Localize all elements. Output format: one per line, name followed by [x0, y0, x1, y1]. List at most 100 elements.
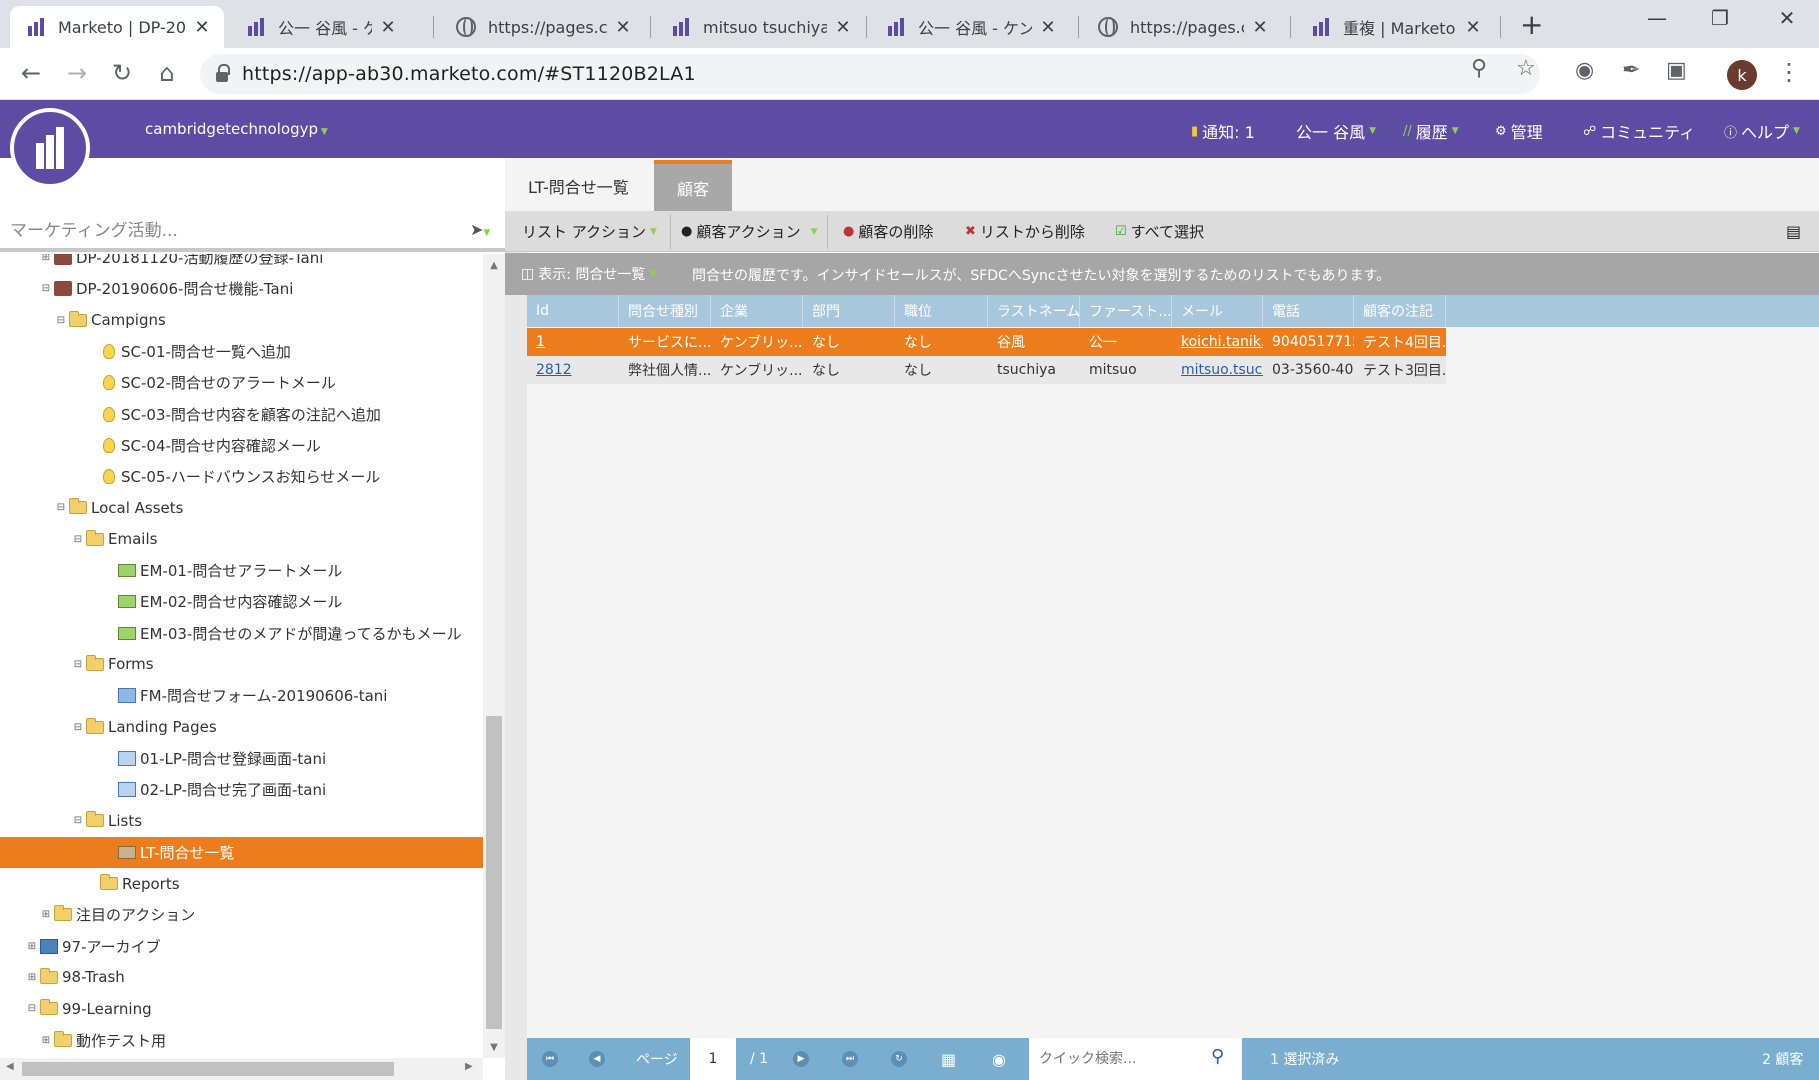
marketo-logo[interactable]: [10, 108, 90, 188]
column-header[interactable]: ラストネーム: [988, 295, 1080, 327]
browser-tab[interactable]: https://pages.ct ✕: [1082, 6, 1282, 48]
browser-tab[interactable]: https://pages.ct ✕: [440, 6, 645, 48]
scrollbar-thumb[interactable]: [486, 716, 502, 1029]
browser-tab[interactable]: mitsuo tsuchiya ✕: [655, 6, 865, 48]
expand-icon[interactable]: ⊞: [26, 941, 38, 952]
community-link[interactable]: ☍ コミュニティ: [1583, 119, 1695, 143]
close-icon[interactable]: ✕: [613, 17, 633, 38]
tree-node[interactable]: SC-05-ハードバウンスお知らせメール: [0, 461, 483, 492]
remove-from-list-button[interactable]: ✖ リストから削除: [965, 211, 1085, 252]
tree-node[interactable]: ⊞ DP-20181120-活動履歴の登録-Tani: [0, 254, 483, 273]
tree-node[interactable]: ⊞ 動作テスト用: [0, 1025, 483, 1056]
close-icon[interactable]: ✕: [1038, 17, 1058, 38]
browser-tab[interactable]: 重複 | Marketo ✕: [1295, 6, 1495, 48]
tree-node[interactable]: SC-04-問合せ内容確認メール: [0, 430, 483, 461]
close-icon[interactable]: ✕: [833, 17, 853, 38]
tree-node[interactable]: EM-03-問合せのメアドが間違ってるかもメール: [0, 618, 483, 649]
tree-node[interactable]: ⊞ 注目のアクション: [0, 899, 483, 930]
page-number-input[interactable]: 1: [690, 1038, 736, 1080]
tree-horizontal-scrollbar[interactable]: ◀ ▶: [0, 1058, 483, 1080]
collapse-icon[interactable]: ⊟: [72, 659, 84, 670]
table-row[interactable]: 2812 弊社個人情... ケンブリッ... なし なし tsuchiya mitsuo mi…: [527, 356, 1446, 384]
expand-icon[interactable]: ⊞: [40, 254, 52, 263]
column-header[interactable]: 職位: [895, 295, 988, 327]
expand-icon[interactable]: ⊞: [40, 1035, 52, 1046]
lead-id-link[interactable]: 1: [527, 328, 619, 356]
collapse-icon[interactable]: ⊟: [26, 1003, 38, 1014]
browser-menu-icon[interactable]: ⋮: [1777, 58, 1801, 86]
tree-node[interactable]: ⊟ 99-Learning: [0, 993, 483, 1024]
scroll-left-icon[interactable]: ◀: [6, 1061, 14, 1072]
column-header[interactable]: 顧客の注記: [1354, 295, 1446, 327]
view-selector[interactable]: ◫ 表示: 問合せ一覧 ▼: [521, 264, 656, 284]
table-row[interactable]: 1 サービスに... ケンブリッ... なし なし 谷風 公一 koichi.tanik...…: [527, 328, 1446, 356]
tree-node[interactable]: SC-03-問合せ内容を顧客の注記へ追加: [0, 399, 483, 430]
tree-node[interactable]: ⊟ DP-20190606-問合せ機能-Tani: [0, 273, 483, 304]
next-page-button[interactable]: ▶: [793, 1038, 809, 1080]
first-page-button[interactable]: ⏮: [542, 1038, 558, 1080]
tree-node[interactable]: ⊟ Landing Pages: [0, 712, 483, 743]
close-icon[interactable]: ✕: [1250, 17, 1270, 38]
tree-node[interactable]: ⊟ Local Assets: [0, 492, 483, 523]
delete-lead-button[interactable]: ● 顧客の削除: [843, 211, 933, 252]
collapse-icon[interactable]: ⊟: [55, 315, 67, 326]
collapse-icon[interactable]: ⊟: [72, 534, 84, 545]
tab-leads[interactable]: 顧客: [654, 160, 733, 211]
column-header[interactable]: 企業: [711, 295, 803, 327]
maximize-panel-icon[interactable]: ▤: [1786, 211, 1801, 252]
tree-node[interactable]: ⊟ Forms: [0, 649, 483, 680]
url-field[interactable]: https://app-ab30.marketo.com/#ST1120B2LA…: [200, 54, 1540, 94]
column-header[interactable]: 問合せ種別: [619, 295, 711, 327]
history-menu[interactable]: // 履歴 ▼: [1403, 119, 1459, 143]
scroll-up-icon[interactable]: ▲: [483, 260, 505, 271]
expand-icon[interactable]: ⊞: [40, 909, 52, 920]
tree-node[interactable]: SC-02-問合せのアラートメール: [0, 367, 483, 398]
close-icon[interactable]: ✕: [378, 17, 398, 38]
column-header[interactable]: 電話: [1263, 295, 1354, 327]
browser-tab[interactable]: 公一 谷風 - ケン ✕: [230, 6, 410, 48]
refresh-button[interactable]: ↻: [891, 1038, 907, 1080]
email-link[interactable]: mitsuo.tsuc...: [1172, 356, 1263, 384]
browser-tab[interactable]: Marketo | DP-20 ✕: [10, 6, 224, 48]
collapse-icon[interactable]: ⊟: [72, 815, 84, 826]
window-close-icon[interactable]: ✕: [1762, 6, 1812, 30]
collapse-icon[interactable]: ⊟: [72, 722, 84, 733]
column-header[interactable]: メール: [1172, 295, 1263, 327]
browser-tab[interactable]: 公一 谷風 - ケン ✕: [870, 6, 1070, 48]
column-header[interactable]: Id: [527, 295, 619, 327]
subscription-menu[interactable]: cambridgetechnologyp ▼: [145, 120, 328, 138]
screen-extension-icon[interactable]: ▣: [1666, 58, 1687, 83]
email-link[interactable]: koichi.tanik...: [1172, 328, 1263, 356]
lead-id-link[interactable]: 2812: [527, 356, 619, 384]
tree-node[interactable]: SC-01-問合せ一覧へ追加: [0, 336, 483, 367]
column-settings-icon[interactable]: ▦: [941, 1038, 956, 1080]
column-header[interactable]: ファースト...: [1080, 295, 1172, 327]
notifications-button[interactable]: ▮ 通知: 1: [1191, 119, 1255, 143]
collapse-icon[interactable]: ⊟: [55, 502, 67, 513]
profile-avatar[interactable]: k: [1727, 60, 1757, 90]
tab-list[interactable]: LT-問合せ一覧: [505, 160, 652, 211]
panel-splitter[interactable]: [505, 158, 527, 1080]
tree-node[interactable]: ⊞ 98-Trash: [0, 962, 483, 993]
collapse-icon[interactable]: ⊟: [40, 283, 52, 294]
reload-icon[interactable]: ↻: [107, 58, 137, 88]
select-all-button[interactable]: ☑ すべて選択: [1115, 211, 1204, 252]
last-page-button[interactable]: ⏭: [842, 1038, 858, 1080]
scrollbar-thumb[interactable]: [22, 1062, 394, 1076]
eyedropper-extension-icon[interactable]: ✒: [1622, 58, 1640, 83]
tree-node[interactable]: LT-問合せ一覧: [0, 836, 483, 868]
tree-search-input[interactable]: [10, 216, 460, 246]
tree-vertical-scrollbar[interactable]: ▲ ▼: [483, 254, 505, 1058]
home-icon[interactable]: ⌂: [152, 58, 182, 88]
zoom-icon[interactable]: ⚲: [1471, 56, 1487, 81]
filter-icon[interactable]: ➤▼: [470, 220, 490, 239]
quick-search-input[interactable]: [1039, 1048, 1199, 1070]
tree-node[interactable]: 01-LP-問合せ登録画面-tani: [0, 743, 483, 774]
back-arrow-icon[interactable]: ←: [16, 58, 46, 88]
admin-link[interactable]: ⚙ 管理: [1495, 119, 1543, 143]
camera-extension-icon[interactable]: ◉: [1575, 58, 1594, 83]
new-tab-button[interactable]: +: [1520, 8, 1543, 41]
tree-node[interactable]: ⊟ Emails: [0, 524, 483, 555]
bookmark-star-icon[interactable]: ☆: [1516, 56, 1536, 81]
list-actions-button[interactable]: リスト アクション ▼: [522, 211, 657, 252]
